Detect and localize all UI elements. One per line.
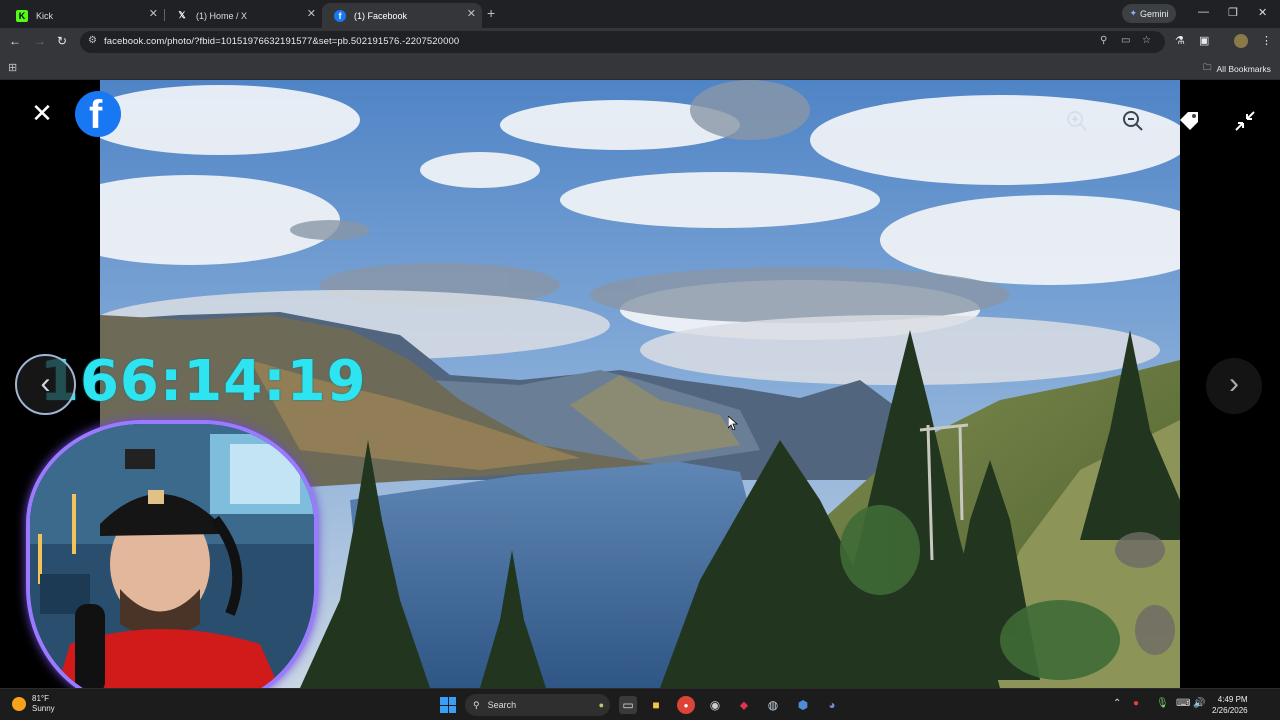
kick-icon: K (16, 9, 28, 22)
all-bookmarks-button[interactable]: 🗀 All Bookmarks (1203, 62, 1271, 76)
tag-icon[interactable] (1176, 108, 1202, 134)
network-icon[interactable]: ⌨ (1176, 698, 1190, 709)
obs-icon[interactable]: ◉ (706, 696, 724, 714)
system-clock[interactable]: 4:49 PM 2/26/2026 (1212, 694, 1248, 716)
start-button[interactable] (440, 697, 456, 713)
tab-label: (1) Home / X (196, 10, 248, 21)
tab-label: Kick (36, 10, 54, 21)
zoom-icon[interactable]: ⚲ (1100, 35, 1107, 46)
weather-widget[interactable]: 81°F Sunny (12, 694, 55, 714)
weather-temp: 81°F (32, 694, 49, 703)
microphone-icon[interactable]: 🎙 (1156, 698, 1169, 709)
file-explorer-icon[interactable]: ■ (647, 696, 665, 714)
url-text[interactable]: facebook.com/photo/?fbid=101519766321915… (104, 36, 459, 47)
close-icon: ✕ (31, 98, 53, 128)
all-bookmarks-label: All Bookmarks (1216, 64, 1271, 74)
search-label: Search (487, 700, 517, 710)
steam-icon[interactable]: ◍ (764, 696, 782, 714)
maps-pin-icon[interactable]: ⬥ (735, 696, 753, 714)
extensions-icon[interactable]: ⚗ (1175, 34, 1185, 47)
forward-icon[interactable]: → (34, 34, 46, 48)
restore-icon[interactable]: ❐ (1228, 6, 1238, 19)
close-viewer-button[interactable]: ✕ (28, 100, 56, 128)
clock-time: 4:49 PM (1217, 695, 1248, 704)
tab-close-icon[interactable]: ✕ (149, 7, 158, 20)
taskbar-search[interactable]: ⚲ Search ● (465, 694, 610, 716)
gemini-button[interactable]: ✦ Gemini (1122, 4, 1176, 23)
stream-timer: 166:14:19 (40, 349, 367, 414)
tab-x[interactable]: 𝕏 (1) Home / X ✕ (164, 3, 322, 28)
next-photo-button[interactable]: › (1206, 358, 1262, 414)
side-panel-icon[interactable]: ▣ (1199, 34, 1209, 47)
weather-condition: Sunny (32, 704, 55, 713)
search-icon: ⚲ (473, 699, 480, 710)
bookmarks-bar: ⊞ 🗀 All Bookmarks (0, 56, 1280, 80)
mouse-cursor-icon (728, 416, 738, 430)
chrome-icon[interactable]: ● (677, 696, 695, 714)
facebook-icon: f (334, 9, 346, 22)
gemini-icon: ✦ (1129, 8, 1138, 18)
search-highlight-icon: ● (598, 700, 604, 710)
minimize-icon[interactable]: — (1198, 6, 1209, 18)
webcam-feed (30, 424, 314, 688)
tray-chevron-icon[interactable]: ⌃ (1113, 698, 1121, 709)
browser-tab-strip: K Kick ✕ 𝕏 (1) Home / X ✕ f (1) Facebook… (0, 0, 1280, 28)
zoom-out-icon[interactable] (1120, 108, 1146, 134)
tab-kick[interactable]: K Kick ✕ (4, 3, 164, 28)
chevron-left-icon: ‹ (40, 367, 51, 400)
shield-app-icon[interactable]: ⬢ (794, 696, 812, 714)
bookmark-star-icon[interactable]: ☆ (1142, 35, 1151, 46)
tab-close-icon[interactable]: ✕ (467, 7, 476, 20)
tray-app-icon[interactable]: ● (1133, 698, 1139, 709)
apps-grid-icon[interactable]: ⊞ (8, 61, 17, 74)
address-bar[interactable]: ⚙ facebook.com/photo/?fbid=1015197663219… (80, 31, 1165, 53)
tab-facebook[interactable]: f (1) Facebook ✕ (322, 3, 482, 28)
chevron-right-icon: › (1229, 367, 1239, 400)
webcam-overlay (26, 420, 318, 688)
window-close-icon[interactable]: ✕ (1258, 6, 1267, 19)
install-app-icon[interactable]: ▭ (1121, 35, 1130, 46)
discord-icon[interactable]: ◕ (823, 696, 841, 714)
clock-date: 2/26/2026 (1212, 706, 1248, 715)
tab-close-icon[interactable]: ✕ (307, 7, 316, 20)
taskbar: 81°F Sunny ⚲ Search ● ▭ ■ ● ◉ ⬥ ◍ ⬢ ◕ ⌃ … (0, 688, 1280, 720)
x-icon: 𝕏 (178, 10, 186, 20)
folder-icon: 🗀 (1203, 62, 1212, 72)
site-info-icon[interactable]: ⚙ (88, 35, 97, 46)
sun-icon (12, 697, 26, 711)
photo-viewer: ✕ f › 166:14:19 ‹ (0, 80, 1280, 688)
exit-fullscreen-icon[interactable] (1232, 108, 1258, 134)
menu-icon[interactable]: ⋮ (1261, 34, 1272, 47)
profile-avatar[interactable] (1234, 34, 1248, 48)
previous-photo-button[interactable]: ‹ (15, 354, 76, 415)
browser-toolbar: ← → ↻ ⚙ facebook.com/photo/?fbid=1015197… (0, 28, 1280, 56)
gemini-label: Gemini (1140, 8, 1169, 19)
facebook-logo[interactable]: f (75, 91, 121, 137)
facebook-logo-glyph: f (89, 93, 103, 137)
zoom-in-icon[interactable] (1064, 108, 1090, 134)
back-icon[interactable]: ← (9, 34, 21, 48)
volume-icon[interactable]: 🔊 (1193, 698, 1205, 709)
tab-label: (1) Facebook (354, 10, 408, 21)
task-view-icon[interactable]: ▭ (619, 696, 637, 714)
reload-icon[interactable]: ↻ (57, 34, 67, 48)
new-tab-button[interactable]: + (487, 5, 495, 21)
